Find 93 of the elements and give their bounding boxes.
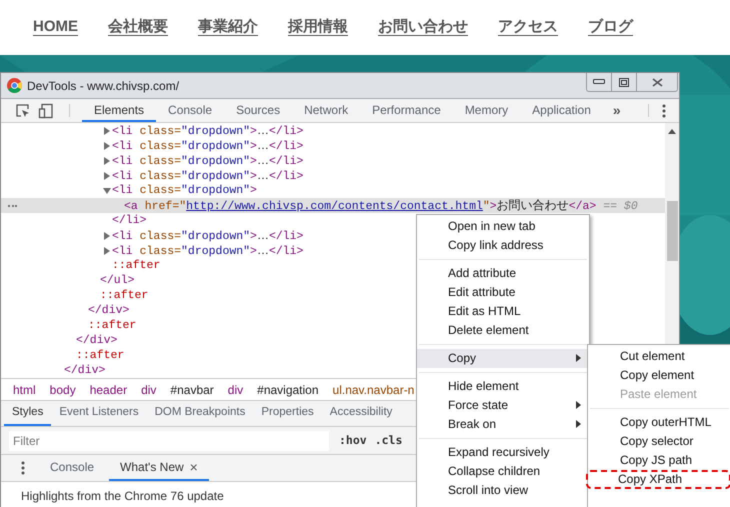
nav-link[interactable]: 採用情報 [288, 16, 348, 39]
breadcrumb[interactable]: #navigation [257, 380, 319, 398]
code-line: <li class="dropdown">…</li> [112, 168, 304, 184]
collapsed-arrow-icon[interactable] [102, 246, 110, 254]
filter-field[interactable]: Filter [9, 430, 329, 450]
panel-tab[interactable]: Network [292, 99, 360, 122]
menu-item[interactable]: Expand recursively [417, 443, 589, 462]
collapsed-arrow-icon[interactable] [102, 142, 110, 150]
nav-link[interactable]: ブログ [588, 16, 633, 39]
sidebar-tab[interactable]: Accessibility [322, 401, 400, 426]
window-title: DevTools - www.chivsp.com/ [27, 78, 180, 94]
code-line: ::after [76, 348, 124, 363]
collapsed-arrow-icon[interactable] [102, 172, 110, 180]
menu-icon[interactable] [662, 104, 666, 118]
close-icon[interactable] [652, 78, 662, 86]
breadcrumb[interactable]: html [13, 380, 36, 398]
breadcrumb[interactable]: div [141, 380, 156, 398]
panel-tab[interactable]: Console [156, 99, 224, 122]
menu-item[interactable]: Scroll into view [417, 481, 589, 500]
menu-item[interactable]: Copy link address [417, 236, 589, 255]
code-line: </ul> [100, 273, 135, 288]
submenu-item[interactable]: Copy element [588, 366, 730, 385]
breadcrumb[interactable]: #navbar [170, 380, 214, 398]
sidebar-tab[interactable]: Event Listeners [51, 401, 147, 426]
nav-link[interactable]: 事業紹介 [198, 16, 258, 39]
expanded-arrow-icon[interactable] [102, 186, 110, 194]
sidebar-tab[interactable]: DOM Breakpoints [146, 401, 254, 426]
menu-item[interactable]: Hide element [417, 377, 589, 396]
menu-item[interactable]: Break on [417, 415, 589, 434]
device-toolbar-icon[interactable] [38, 102, 54, 118]
nav-link[interactable]: お問い合わせ [378, 16, 468, 39]
minimize-icon[interactable] [593, 79, 605, 85]
drawer-menu-icon[interactable] [21, 461, 25, 475]
inspect-icon[interactable] [15, 102, 31, 118]
breadcrumb[interactable]: body [50, 380, 76, 398]
panel-tab[interactable]: Elements [82, 99, 156, 122]
nav-link[interactable]: HOME [33, 16, 78, 39]
menu-item[interactable]: Force state [417, 396, 589, 415]
code-line: <li class="dropdown">…</li> [112, 152, 304, 168]
hover-toggle[interactable]: :hov [339, 432, 367, 450]
submenu-item[interactable]: Copy outerHTML [588, 413, 730, 432]
breadcrumb[interactable]: header [90, 380, 128, 398]
panel-tab[interactable]: Memory [452, 99, 520, 122]
browser-logo-icon [7, 78, 22, 93]
scroll-up-arrow-icon[interactable] [668, 129, 676, 134]
collapsed-arrow-icon[interactable] [102, 126, 110, 134]
code-line: </li> [112, 213, 147, 228]
drawer-tab[interactable]: What's New × [109, 455, 209, 481]
panel-tab[interactable]: Performance [360, 99, 453, 122]
more-tabs-button[interactable]: » [602, 99, 631, 122]
drawer-tab[interactable]: Console [39, 455, 106, 481]
panel-tab[interactable]: Application [520, 99, 603, 122]
submenu-arrow-icon [576, 354, 581, 362]
nav-link[interactable]: アクセス [498, 16, 558, 39]
code-line: </div> [76, 333, 118, 348]
code-line: ::after [112, 258, 160, 273]
link[interactable]: http://www.chivsp.com/contents/contact.html [186, 200, 483, 212]
panel-tab[interactable]: Sources [224, 99, 292, 122]
code-line: </div> [88, 303, 130, 318]
nav-link[interactable]: 会社概要 [108, 16, 168, 39]
submenu-arrow-icon [576, 420, 581, 428]
sidebar-tab[interactable]: Properties [253, 401, 322, 426]
menu-item[interactable]: Collapse children [417, 462, 589, 481]
code-line: ::after [100, 288, 148, 303]
breadcrumb[interactable]: ul.nav.navbar-n [332, 380, 414, 398]
code-line: <li class="dropdown">…</li> [112, 228, 304, 244]
menu-item[interactable]: Copy [417, 349, 589, 368]
submenu-arrow-icon [576, 401, 581, 409]
menu-item[interactable]: Edit as HTML [417, 302, 589, 321]
menu-item[interactable]: Edit attribute [417, 283, 589, 302]
code-line: <li class="dropdown">…</li> [112, 123, 304, 138]
whats-new-headline: Highlights from the Chrome 76 update [21, 489, 224, 503]
menu-item[interactable]: Open in new tab [417, 217, 589, 236]
submenu-item[interactable]: Cut element [588, 347, 730, 366]
code-line: <a href="http://www.chivsp.com/contents/contact.html">お問い合わせ</a> == $0 [124, 198, 638, 214]
collapsed-arrow-icon[interactable] [102, 232, 110, 240]
code-line: ::after [88, 318, 136, 333]
code-line: <li class="dropdown"> [112, 183, 257, 198]
close-tab-button[interactable]: × [190, 456, 198, 478]
class-toggle[interactable]: .cls [374, 432, 402, 450]
menu-item[interactable]: Add attribute [417, 264, 589, 283]
collapsed-arrow-icon[interactable] [102, 156, 110, 164]
scrollbar-thumb[interactable] [666, 201, 678, 261]
menu-item[interactable]: Delete element [417, 321, 589, 340]
code-line: <li class="dropdown">…</li> [112, 138, 304, 154]
code-line: <li class="dropdown">…</li> [112, 242, 304, 258]
maximize-icon[interactable] [619, 78, 629, 86]
submenu-item[interactable]: Copy selector [588, 432, 730, 451]
breadcrumb[interactable]: div [228, 380, 244, 398]
code-line: </div> [64, 363, 106, 378]
submenu-item[interactable]: Copy XPath [586, 470, 730, 489]
selected-row[interactable]: <a href="http://www.chivsp.com/contents/contact.html">お問い合わせ</a> == $0 [1, 198, 665, 213]
submenu-item[interactable]: Copy JS path [588, 451, 730, 470]
